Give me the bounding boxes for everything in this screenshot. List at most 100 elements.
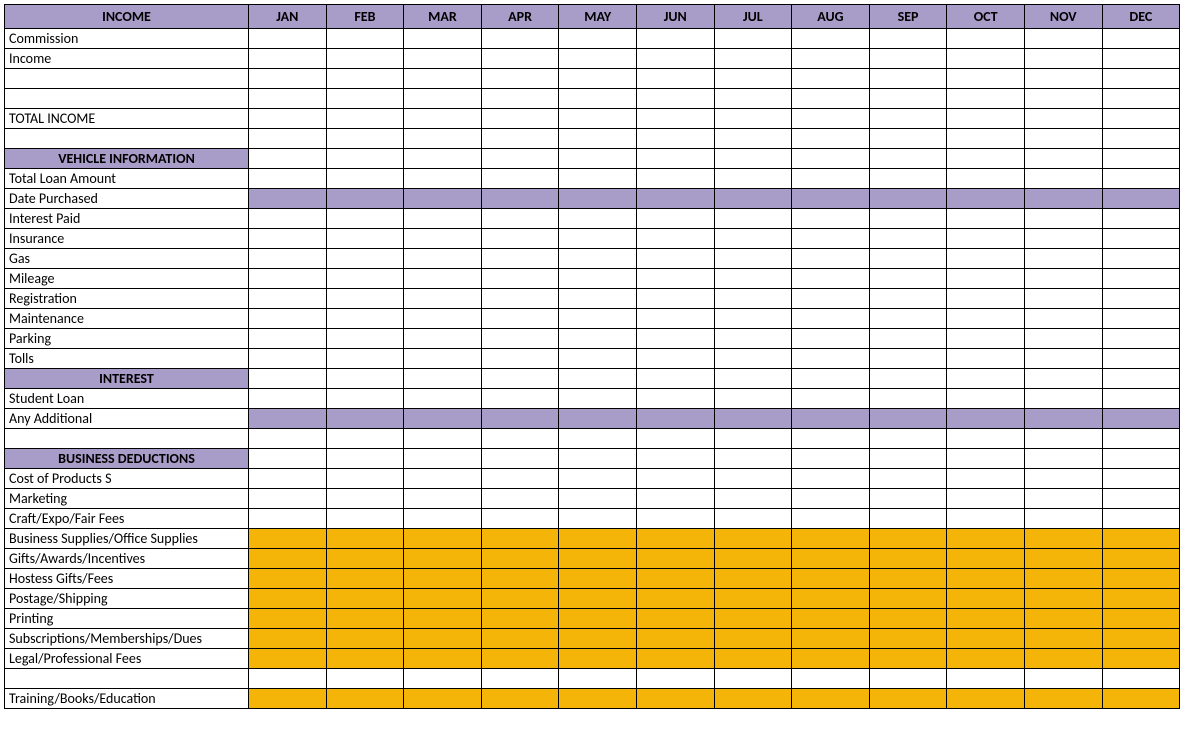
cell[interactable] [869,249,947,269]
cell[interactable] [249,509,327,529]
row-label[interactable]: Insurance [5,229,249,249]
cell[interactable] [947,249,1025,269]
cell[interactable] [481,689,559,709]
cell[interactable] [636,209,714,229]
cell[interactable] [869,269,947,289]
cell[interactable] [947,269,1025,289]
cell[interactable] [249,429,327,449]
row-label[interactable]: Legal/Professional Fees [5,649,249,669]
cell[interactable] [1102,49,1180,69]
cell[interactable] [792,229,870,249]
cell[interactable] [249,209,327,229]
cell[interactable] [869,189,947,209]
cell[interactable] [792,189,870,209]
cell[interactable] [559,689,637,709]
cell[interactable] [559,649,637,669]
cell[interactable] [636,269,714,289]
cell[interactable] [792,629,870,649]
cell[interactable] [404,329,482,349]
cell[interactable] [559,209,637,229]
cell[interactable] [792,589,870,609]
cell[interactable] [1102,289,1180,309]
cell[interactable] [559,529,637,549]
cell[interactable] [1024,429,1102,449]
cell[interactable] [326,89,404,109]
cell[interactable] [1024,349,1102,369]
cell[interactable] [792,349,870,369]
cell[interactable] [1102,209,1180,229]
cell[interactable] [1102,149,1180,169]
cell[interactable] [559,569,637,589]
cell[interactable] [714,289,792,309]
row-label[interactable]: Interest Paid [5,209,249,229]
row-label[interactable]: Business Supplies/Office Supplies [5,529,249,549]
cell[interactable] [249,589,327,609]
cell[interactable] [1102,89,1180,109]
cell[interactable] [1102,649,1180,669]
cell[interactable] [792,49,870,69]
cell[interactable] [1102,449,1180,469]
cell[interactable] [481,369,559,389]
cell[interactable] [481,389,559,409]
cell[interactable] [1024,269,1102,289]
cell[interactable] [326,569,404,589]
cell[interactable] [1024,169,1102,189]
cell[interactable] [559,69,637,89]
cell[interactable] [326,369,404,389]
section-header[interactable]: VEHICLE INFORMATION [5,149,249,169]
cell[interactable] [869,469,947,489]
cell[interactable] [636,629,714,649]
cell[interactable] [249,549,327,569]
cell[interactable] [714,589,792,609]
cell[interactable] [481,129,559,149]
cell[interactable] [869,569,947,589]
cell[interactable] [636,309,714,329]
cell[interactable] [947,49,1025,69]
cell[interactable] [326,489,404,509]
cell[interactable] [481,229,559,249]
cell[interactable] [1102,269,1180,289]
cell[interactable] [404,149,482,169]
cell[interactable] [1024,149,1102,169]
cell[interactable] [869,689,947,709]
cell[interactable] [404,589,482,609]
cell[interactable] [714,609,792,629]
cell[interactable] [249,369,327,389]
cell[interactable] [326,229,404,249]
cell[interactable] [636,669,714,689]
cell[interactable] [1024,389,1102,409]
cell[interactable] [559,449,637,469]
cell[interactable] [249,29,327,49]
cell[interactable] [481,469,559,489]
row-label[interactable]: Tolls [5,349,249,369]
row-label[interactable]: Training/Books/Education [5,689,249,709]
cell[interactable] [249,329,327,349]
cell[interactable] [636,489,714,509]
cell[interactable] [326,629,404,649]
cell[interactable] [1024,129,1102,149]
row-label[interactable]: TOTAL INCOME [5,109,249,129]
cell[interactable] [869,329,947,349]
cell[interactable] [559,309,637,329]
cell[interactable] [947,169,1025,189]
row-label[interactable] [5,69,249,89]
cell[interactable] [559,349,637,369]
cell[interactable] [1102,469,1180,489]
cell[interactable] [792,669,870,689]
cell[interactable] [1102,69,1180,89]
cell[interactable] [1024,329,1102,349]
cell[interactable] [559,49,637,69]
cell[interactable] [1024,309,1102,329]
cell[interactable] [636,569,714,589]
cell[interactable] [714,269,792,289]
cell[interactable] [636,129,714,149]
cell[interactable] [792,329,870,349]
cell[interactable] [326,449,404,469]
cell[interactable] [714,129,792,149]
cell[interactable] [792,609,870,629]
cell[interactable] [249,289,327,309]
cell[interactable] [404,69,482,89]
cell[interactable] [947,629,1025,649]
cell[interactable] [249,229,327,249]
cell[interactable] [1024,109,1102,129]
